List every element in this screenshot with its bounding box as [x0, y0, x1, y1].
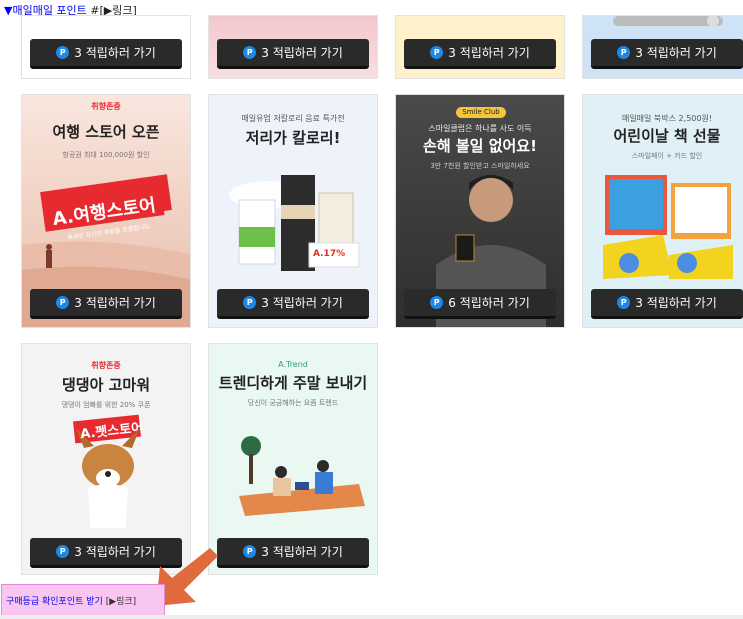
point-badge-icon: P: [430, 296, 444, 309]
point-badge-icon: P: [56, 545, 70, 558]
point-badge-icon: P: [56, 296, 70, 309]
card-brand: 매일매일 북박스 2,500원!: [621, 114, 713, 123]
card-top-4[interactable]: P 3 적립하러 가기: [582, 15, 743, 79]
button-label: 적립하러 가기: [272, 46, 343, 60]
button-label: 적립하러 가기: [272, 296, 343, 310]
earn-button[interactable]: P 3 적립하러 가기: [217, 289, 369, 319]
button-label: 적립하러 가기: [459, 46, 530, 60]
card-brand-line: 스마일클럽은 하나를 사도 이득: [428, 124, 532, 133]
card-title: 여행 스토어 오픈: [52, 123, 160, 141]
card-low-calorie[interactable]: 매일유업 저칼로리 음료 특가전 저리가 칼로리! A.17% P 3 적립하러…: [208, 94, 378, 328]
smileclub-badge: Smile Club: [456, 107, 506, 118]
card-title: 어린이날 책 선물: [613, 127, 721, 145]
card-brand: 취향존중: [91, 102, 121, 111]
point-badge-icon: P: [243, 296, 257, 309]
point-count: 3: [74, 45, 82, 60]
point-badge-icon: P: [617, 296, 631, 309]
button-label: 적립하러 가기: [459, 296, 530, 310]
earn-button[interactable]: P 6 적립하러 가기: [404, 289, 556, 319]
card-trend[interactable]: A.Trend 트렌디하게 주말 보내기 당신이 궁금해하는 요즘 트렌드 P …: [208, 343, 378, 575]
point-badge-icon: P: [243, 545, 257, 558]
point-count: 3: [635, 295, 643, 310]
button-label: 적립하러 가기: [646, 46, 717, 60]
point-badge-icon: P: [56, 46, 70, 59]
button-label: 적립하러 가기: [272, 545, 343, 559]
button-label: 적립하러 가기: [85, 545, 156, 559]
point-count: 3: [261, 295, 269, 310]
earn-button[interactable]: P 3 적립하러 가기: [591, 289, 743, 319]
card-top-3[interactable]: P 3 적립하러 가기: [395, 15, 565, 79]
card-brand: A.Trend: [278, 360, 308, 369]
earn-button[interactable]: P 3 적립하러 가기: [217, 538, 369, 568]
card-smileclub[interactable]: Smile Club 스마일클럽은 하나를 사도 이득 손해 볼일 없어요! 3…: [395, 94, 565, 328]
button-label: 적립하러 가기: [646, 296, 717, 310]
earn-button[interactable]: P 3 적립하러 가기: [217, 39, 369, 69]
card-subtitle: 스마일페이 + 카드 할인: [631, 152, 703, 160]
card-brand: 매일유업 저칼로리 음료 특가전: [241, 114, 345, 123]
point-count: 3: [74, 295, 82, 310]
point-badge-icon: P: [617, 46, 631, 59]
earn-button[interactable]: P 3 적립하러 가기: [30, 39, 182, 69]
earn-button[interactable]: P 3 적립하러 가기: [30, 289, 182, 319]
card-subtitle: 항공권 최대 100,000원 할인: [62, 151, 150, 159]
discount-tag: A.17%: [313, 249, 346, 259]
earn-button[interactable]: P 3 적립하러 가기: [591, 39, 743, 69]
button-label: 적립하러 가기: [85, 296, 156, 310]
card-brand: 취향존중: [91, 361, 121, 370]
device-icon: [613, 16, 723, 27]
card-subtitle: 댕댕이 엄빠를 위한 20% 쿠폰: [61, 401, 151, 409]
card-top-2[interactable]: P 3 적립하러 가기: [208, 15, 378, 79]
point-count: 3: [261, 544, 269, 559]
card-title: 손해 볼일 없어요!: [423, 137, 537, 155]
point-count: 3: [635, 45, 643, 60]
card-subtitle: 3만 7천원 할인받고 스마일하세요: [430, 162, 530, 170]
card-subtitle: 당신이 궁금해하는 요즘 트렌드: [247, 399, 339, 407]
card-title: 트렌디하게 주말 보내기: [218, 374, 368, 392]
point-count: 3: [74, 544, 82, 559]
point-badge-icon: P: [243, 46, 257, 59]
purchase-grade-link[interactable]: 구매등급 확인포인트 받기: [6, 594, 103, 607]
footer-link-tag[interactable]: [▶링크]: [106, 594, 137, 607]
card-title: 저리가 칼로리!: [245, 129, 341, 147]
earn-button[interactable]: P 3 적립하러 가기: [404, 39, 556, 69]
purchase-grade-box[interactable]: 구매등급 확인포인트 받기 [▶링크]: [1, 584, 165, 617]
card-title: 댕댕아 고마워: [61, 376, 151, 394]
button-label: 적립하러 가기: [85, 46, 156, 60]
card-travel-store[interactable]: 취향존중 여행 스토어 오픈 항공권 최대 100,000원 할인 A.여행스토…: [21, 94, 191, 328]
point-count: 6: [448, 295, 456, 310]
point-badge-icon: P: [430, 46, 444, 59]
bottom-divider: [0, 615, 743, 619]
point-count: 3: [261, 45, 269, 60]
card-top-1[interactable]: P 3 적립하러 가기: [21, 15, 191, 79]
card-books[interactable]: 매일매일 북박스 2,500원! 어린이날 책 선물 스마일페이 + 카드 할인…: [582, 94, 743, 328]
point-count: 3: [448, 45, 456, 60]
